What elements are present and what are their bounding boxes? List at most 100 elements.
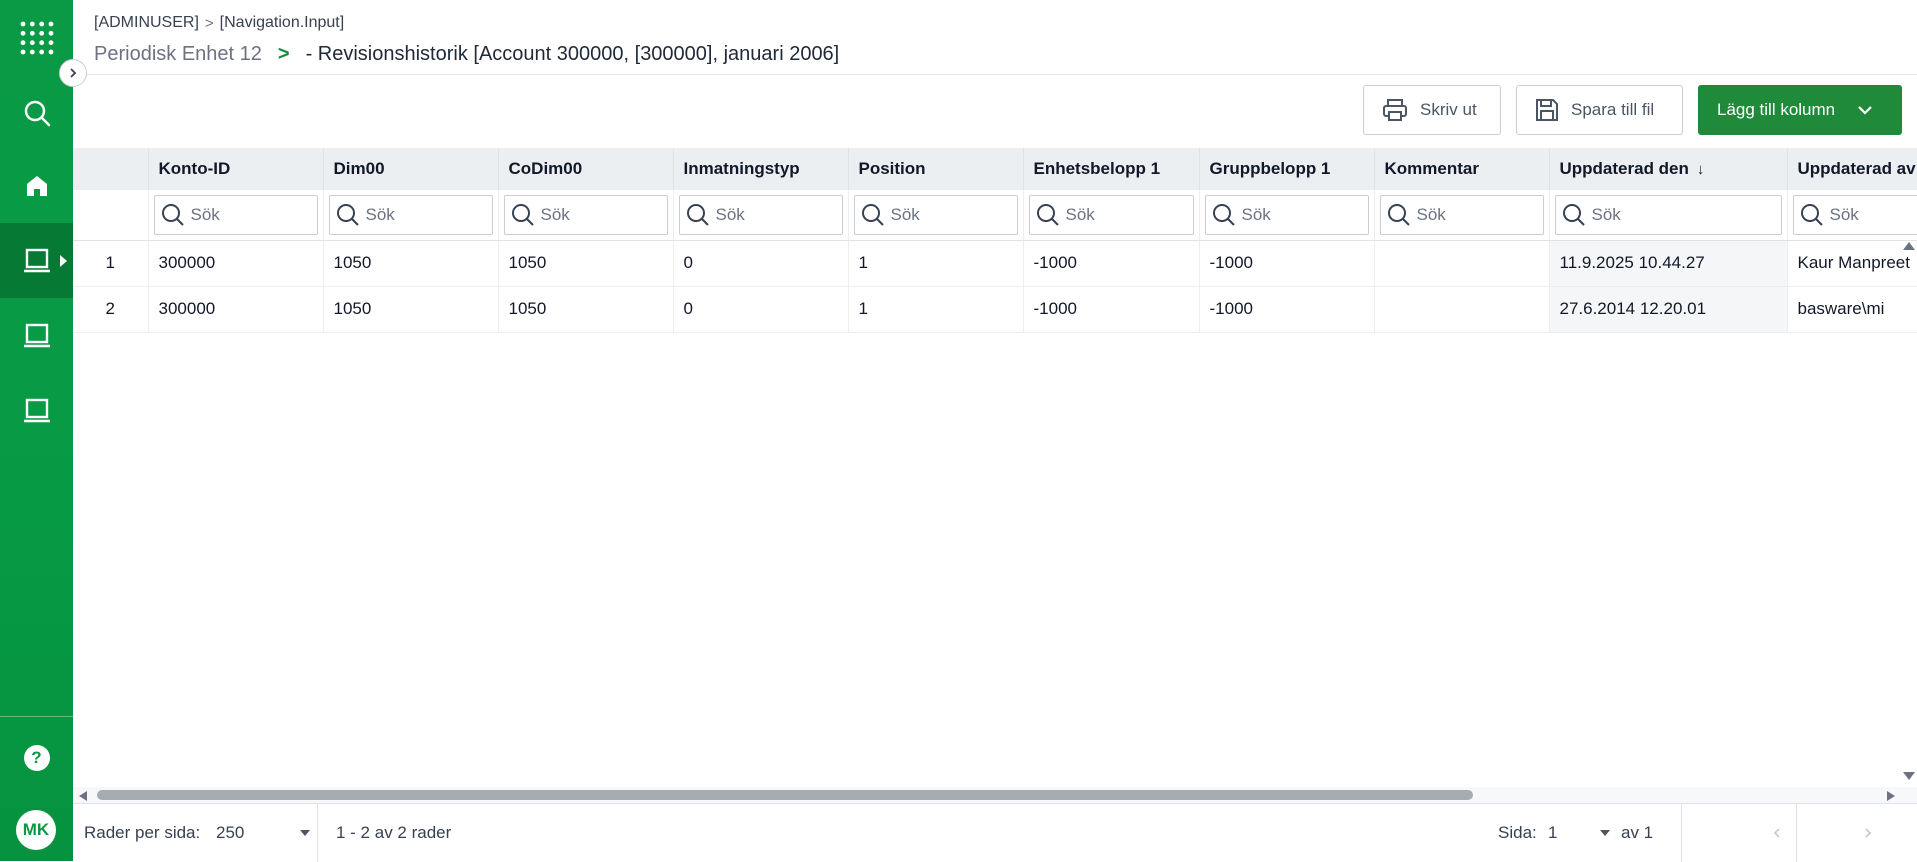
title-main: - Revisionshistorik [Account 300000, [30… [306, 43, 840, 66]
search-icon [511, 203, 535, 227]
column-search-input[interactable]: Sök [504, 195, 668, 235]
page-select[interactable]: 1 [1548, 804, 1618, 862]
table-row[interactable]: 1 300000 1050 1050 0 1 -1000 -1000 11.9.… [73, 240, 1917, 286]
home-icon[interactable] [0, 148, 73, 223]
table-cell[interactable]: 27.6.2014 12.20.01 [1549, 286, 1787, 332]
column-header[interactable]: Dim00 [323, 148, 498, 190]
save-button-label: Spara till fil [1571, 100, 1654, 120]
print-button[interactable]: Skriv ut [1363, 85, 1501, 135]
column-header[interactable]: Gruppbelopp 1 [1199, 148, 1374, 190]
scroll-left-arrow-icon[interactable] [79, 791, 87, 801]
table-cell[interactable]: -1000 [1199, 286, 1374, 332]
column-header[interactable]: Inmatningstyp [673, 148, 848, 190]
caret-down-icon [1600, 830, 1610, 836]
column-search-input[interactable]: Sök [1793, 195, 1917, 235]
help-icon[interactable]: ? [0, 720, 73, 795]
table-cell[interactable]: 0 [673, 286, 848, 332]
table-cell[interactable]: 0 [673, 240, 848, 286]
sidebar: ? MK [0, 0, 73, 861]
search-icon [161, 203, 185, 227]
search-icon [1387, 203, 1411, 227]
column-header-sorted[interactable]: Uppdaterad den↓ [1549, 148, 1787, 190]
page-select-value: 1 [1548, 823, 1600, 843]
table-cell[interactable]: 1050 [498, 286, 673, 332]
table-cell[interactable]: 300000 [148, 286, 323, 332]
table-cell[interactable]: 1050 [323, 286, 498, 332]
column-header[interactable]: Kommentar [1374, 148, 1549, 190]
search-icon [1036, 203, 1060, 227]
column-search-input[interactable]: Sök [1029, 195, 1194, 235]
table-cell[interactable]: -1000 [1199, 240, 1374, 286]
column-search-input[interactable]: Sök [854, 195, 1018, 235]
search-icon [1800, 203, 1824, 227]
save-to-file-button[interactable]: Spara till fil [1516, 85, 1683, 135]
row-number: 2 [73, 286, 148, 332]
sidebar-expand-button[interactable] [59, 59, 87, 87]
scroll-right-arrow-icon[interactable] [1887, 791, 1895, 801]
page-header: [ADMINUSER] > [Navigation.Input] Periodi… [73, 0, 1917, 75]
table-cell[interactable]: -1000 [1023, 286, 1199, 332]
breadcrumb-separator: > [205, 15, 214, 32]
search-icon [861, 203, 885, 227]
title-separator: > [278, 43, 290, 66]
column-search-input[interactable]: Sök [1380, 195, 1544, 235]
table-cell[interactable] [1374, 240, 1549, 286]
page-label: Sida: [1498, 804, 1537, 862]
previous-page-icon[interactable] [1773, 804, 1781, 862]
table-row[interactable]: 2 300000 1050 1050 0 1 -1000 -1000 27.6.… [73, 286, 1917, 332]
scroll-up-arrow-icon[interactable] [1903, 242, 1915, 250]
row-number-header [73, 148, 148, 190]
table-cell[interactable]: Kaur Manpreet [1787, 240, 1917, 286]
column-search-input[interactable]: Sök [679, 195, 843, 235]
column-header[interactable]: Position [848, 148, 1023, 190]
table-cell[interactable]: 1 [848, 286, 1023, 332]
search-icon [686, 203, 710, 227]
active-indicator-icon [60, 255, 67, 267]
column-header[interactable]: Konto-ID [148, 148, 323, 190]
column-header[interactable]: Uppdaterad av [1787, 148, 1917, 190]
table-cell[interactable]: 1050 [323, 240, 498, 286]
page-total: av 1 [1621, 804, 1653, 862]
breadcrumb-page[interactable]: [Navigation.Input] [220, 14, 345, 32]
next-page-icon[interactable] [1864, 804, 1872, 862]
sort-descending-icon: ↓ [1697, 161, 1705, 178]
table-cell[interactable]: -1000 [1023, 240, 1199, 286]
table-cell[interactable]: basware\mi [1787, 286, 1917, 332]
search-icon [336, 203, 360, 227]
add-column-label: Lägg till kolumn [1717, 100, 1835, 120]
horizontal-scrollbar-thumb[interactable] [97, 790, 1473, 800]
pagination-footer: Rader per sida: 250 1 - 2 av 2 rader Sid… [73, 803, 1917, 861]
input-module-icon[interactable] [0, 223, 73, 298]
footer-divider [1681, 804, 1682, 862]
column-search-input[interactable]: Sök [1555, 195, 1782, 235]
table-cell[interactable]: 1 [848, 240, 1023, 286]
rows-per-page-label: Rader per sida: [84, 804, 200, 862]
column-search-input[interactable]: Sök [329, 195, 493, 235]
breadcrumb: [ADMINUSER] > [Navigation.Input] [94, 14, 344, 32]
add-column-button[interactable]: Lägg till kolumn [1698, 85, 1902, 135]
table-cell[interactable]: 11.9.2025 10.44.27 [1549, 240, 1787, 286]
toolbar: Skriv ut Spara till fil Lägg till kolumn [73, 75, 1917, 148]
page-title: Periodisk Enhet 12 > - Revisionshistorik… [94, 43, 839, 66]
column-header[interactable]: CoDim00 [498, 148, 673, 190]
horizontal-scrollbar[interactable] [73, 787, 1917, 803]
chevron-right-icon [67, 67, 79, 79]
caret-down-icon [300, 830, 310, 836]
table-cell[interactable]: 300000 [148, 240, 323, 286]
column-search-input[interactable]: Sök [154, 195, 318, 235]
search-icon[interactable] [0, 75, 73, 150]
search-icon [1212, 203, 1236, 227]
title-parent-link[interactable]: Periodisk Enhet 12 [94, 43, 262, 66]
table-cell[interactable] [1374, 286, 1549, 332]
table-cell[interactable]: 1050 [498, 240, 673, 286]
breadcrumb-user[interactable]: [ADMINUSER] [94, 14, 199, 32]
scroll-down-arrow-icon[interactable] [1903, 772, 1915, 780]
admin-module-icon[interactable] [0, 373, 73, 448]
rows-per-page-value: 250 [216, 823, 300, 843]
column-search-input[interactable]: Sök [1205, 195, 1369, 235]
report-module-icon[interactable] [0, 298, 73, 373]
column-header[interactable]: Enhetsbelopp 1 [1023, 148, 1199, 190]
avatar[interactable]: MK [16, 810, 56, 850]
data-grid: Konto-ID Dim00 CoDim00 Inmatningstyp Pos… [73, 148, 1917, 788]
row-range-text: 1 - 2 av 2 rader [336, 804, 451, 862]
